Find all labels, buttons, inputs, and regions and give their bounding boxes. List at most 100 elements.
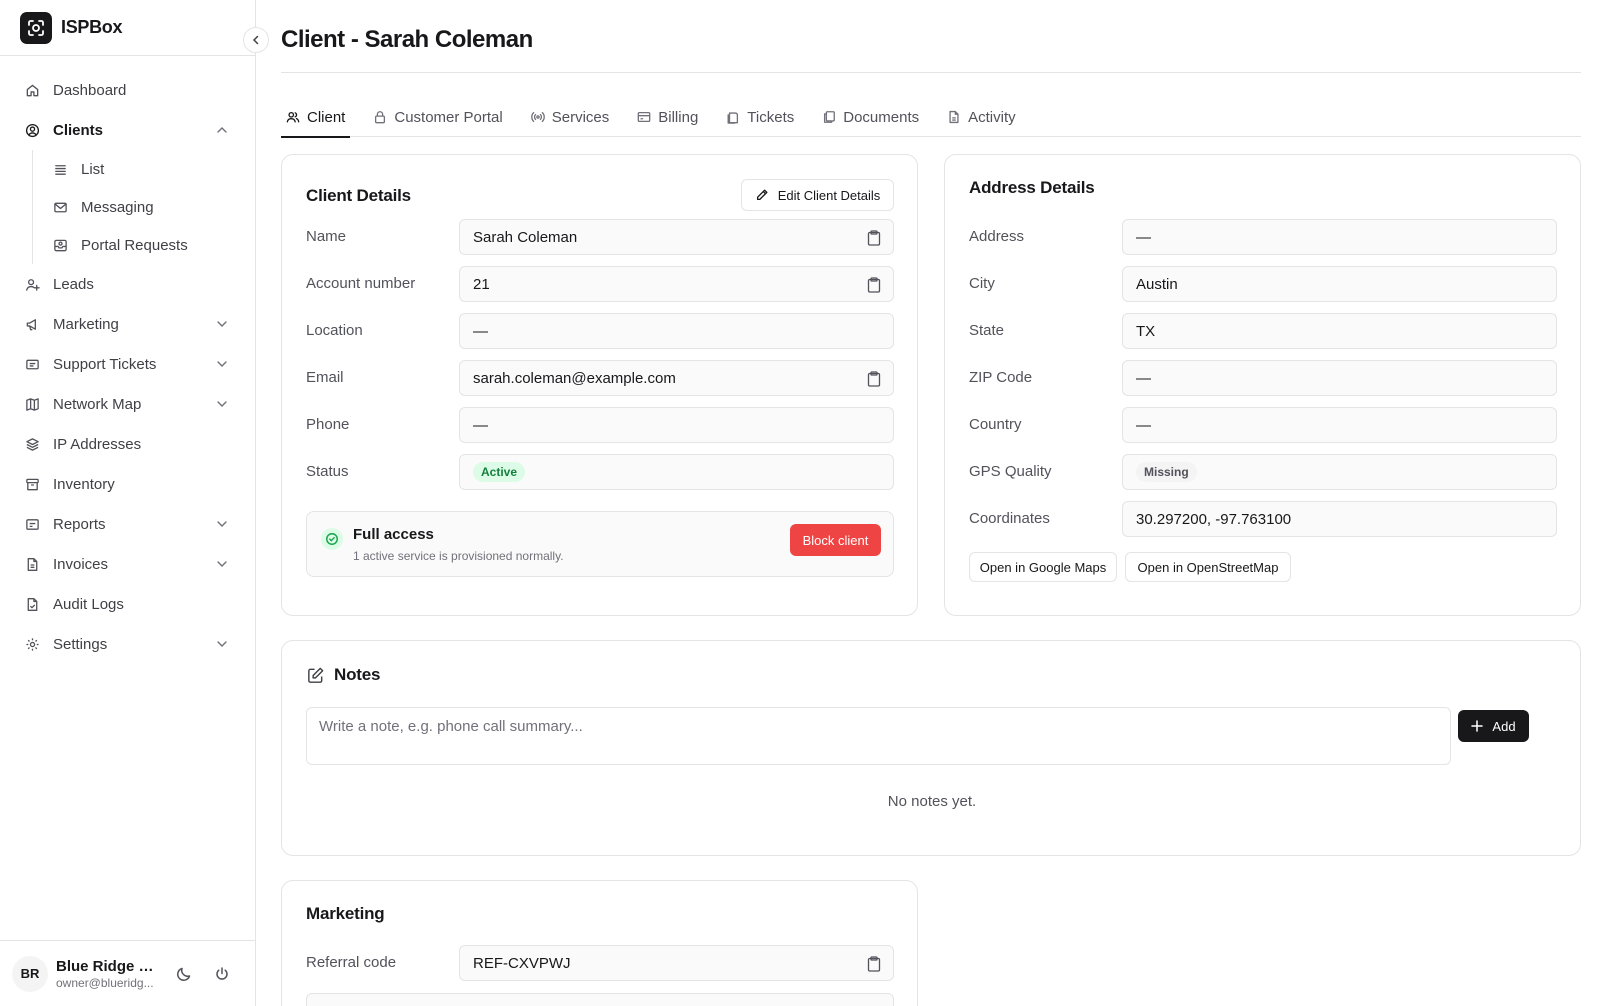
sidebar-item-network-map[interactable]: Network Map (12, 384, 244, 424)
tab-activity[interactable]: Activity (942, 97, 1021, 137)
notes-header: Notes (306, 665, 380, 685)
tab-label: Billing (658, 108, 699, 126)
chevron-down-icon[interactable] (214, 636, 230, 652)
access-status-panel: Full access 1 active service is provisio… (306, 511, 894, 577)
theme-toggle-button[interactable] (170, 960, 198, 988)
status-field: Active (459, 454, 894, 490)
card-title: Notes (334, 665, 381, 684)
tab-services[interactable]: Services (526, 97, 615, 137)
sidebar-item-clients[interactable]: Clients (12, 110, 244, 150)
city-field[interactable]: Austin (1122, 266, 1557, 302)
tab-label: Activity (968, 108, 1016, 126)
add-note-button[interactable]: Add (1458, 710, 1529, 742)
button-label: Edit Client Details (777, 187, 881, 203)
account-number-field[interactable]: 21 (459, 266, 894, 302)
sidebar-item-ip-addresses[interactable]: IP Addresses (12, 424, 244, 464)
card-title: Marketing (306, 904, 385, 923)
name-field[interactable]: Sarah Coleman (459, 219, 894, 255)
sidebar-item-inventory[interactable]: Inventory (12, 464, 244, 504)
field-value: — (1136, 228, 1151, 246)
tab-customer-portal[interactable]: Customer Portal (368, 97, 507, 137)
ticket-icon (726, 110, 740, 124)
country-field[interactable]: — (1122, 407, 1557, 443)
avatar[interactable]: BR (12, 955, 48, 992)
clipboard-copy-icon[interactable] (867, 230, 881, 246)
state-field[interactable]: TX (1122, 313, 1557, 349)
clipboard-copy-icon[interactable] (867, 956, 881, 972)
file-icon (24, 556, 40, 572)
sidebar-item-invoices[interactable]: Invoices (12, 544, 244, 584)
tab-label: Tickets (747, 108, 795, 126)
tab-tickets[interactable]: Tickets (721, 97, 799, 137)
sidebar-item-label: List (81, 160, 105, 178)
collapse-sidebar-button[interactable] (243, 27, 269, 53)
phone-field[interactable]: — (459, 407, 894, 443)
field-value: TX (1136, 322, 1156, 340)
field-label: Status (306, 463, 349, 480)
tab-documents[interactable]: Documents (817, 97, 924, 137)
copy-icon (822, 110, 836, 124)
address-field[interactable]: — (1122, 219, 1557, 255)
chevron-down-icon[interactable] (214, 516, 230, 532)
field-value: sarah.coleman@example.com (473, 369, 676, 387)
sidebar-item-label: Reports (53, 515, 106, 533)
note-input[interactable] (306, 707, 1451, 765)
sidebar-item-settings[interactable]: Settings (12, 624, 244, 664)
inbox-icon (52, 237, 68, 253)
sidebar-item-portal-requests[interactable]: Portal Requests (32, 226, 244, 264)
field-label: Email (306, 369, 344, 386)
open-google-maps-button[interactable]: Open in Google Maps (969, 552, 1117, 582)
zip-code-field[interactable]: — (1122, 360, 1557, 396)
edit-client-details-button[interactable]: Edit Client Details (741, 179, 894, 211)
chevron-left-icon (252, 35, 259, 45)
sidebar-item-leads[interactable]: Leads (12, 264, 244, 304)
sidebar-nav: Dashboard Clients List Messaging Portal … (12, 70, 244, 664)
field-value: Austin (1136, 275, 1178, 293)
sidebar-item-list[interactable]: List (32, 150, 244, 188)
sidebar-item-label: Clients (53, 121, 104, 139)
tab-client[interactable]: Client (281, 97, 351, 138)
marketing-field[interactable] (306, 993, 894, 1006)
access-title: Full access (353, 526, 434, 543)
users-icon (286, 110, 300, 124)
plus-icon (1471, 720, 1484, 732)
sidebar-item-label: Messaging (81, 198, 154, 216)
chevron-up-icon[interactable] (214, 122, 230, 138)
sidebar-item-reports[interactable]: Reports (12, 504, 244, 544)
marketing-card: Marketing Referral code REF-CXVPWJ (281, 880, 918, 1006)
tab-billing[interactable]: Billing (632, 97, 703, 137)
open-openstreetmap-button[interactable]: Open in OpenStreetMap (1125, 552, 1291, 582)
chevron-down-icon[interactable] (214, 356, 230, 372)
sidebar-item-support-tickets[interactable]: Support Tickets (12, 344, 244, 384)
gear-icon (24, 636, 40, 652)
field-value: — (1136, 369, 1151, 387)
email-field[interactable]: sarah.coleman@example.com (459, 360, 894, 396)
sidebar-item-label: Leads (53, 275, 94, 293)
field-label: Country (969, 416, 1022, 433)
block-client-button[interactable]: Block client (790, 524, 881, 556)
sidebar-item-label: Support Tickets (53, 355, 157, 373)
brand[interactable]: ISPBox (0, 0, 255, 56)
field-label: Coordinates (969, 510, 1050, 527)
sidebar-item-audit-logs[interactable]: Audit Logs (12, 584, 244, 624)
chevron-down-icon[interactable] (214, 316, 230, 332)
field-label: Address (969, 228, 1025, 245)
sidebar-item-marketing[interactable]: Marketing (12, 304, 244, 344)
user-email: owner@blueridg... (56, 975, 154, 990)
sidebar: ISPBox Dashboard Clients List Messaging (0, 0, 269, 1006)
logout-button[interactable] (208, 960, 236, 988)
sidebar-item-label: Dashboard (53, 81, 127, 99)
sidebar-item-messaging[interactable]: Messaging (32, 188, 244, 226)
notes-card: Notes Add No notes yet. (281, 640, 1581, 856)
chevron-down-icon[interactable] (214, 556, 230, 572)
clipboard-copy-icon[interactable] (867, 371, 881, 387)
file-icon (947, 110, 961, 124)
referral-code-field[interactable]: REF-CXVPWJ (459, 945, 894, 981)
coordinates-field[interactable]: 30.297200, -97.763100 (1122, 501, 1557, 537)
location-field[interactable]: — (459, 313, 894, 349)
clipboard-copy-icon[interactable] (867, 277, 881, 293)
chevron-down-icon[interactable] (214, 396, 230, 412)
user-info[interactable]: Blue Ridge O... owner@blueridg... (56, 958, 160, 990)
field-value: REF-CXVPWJ (473, 954, 571, 972)
sidebar-item-dashboard[interactable]: Dashboard (12, 70, 244, 110)
